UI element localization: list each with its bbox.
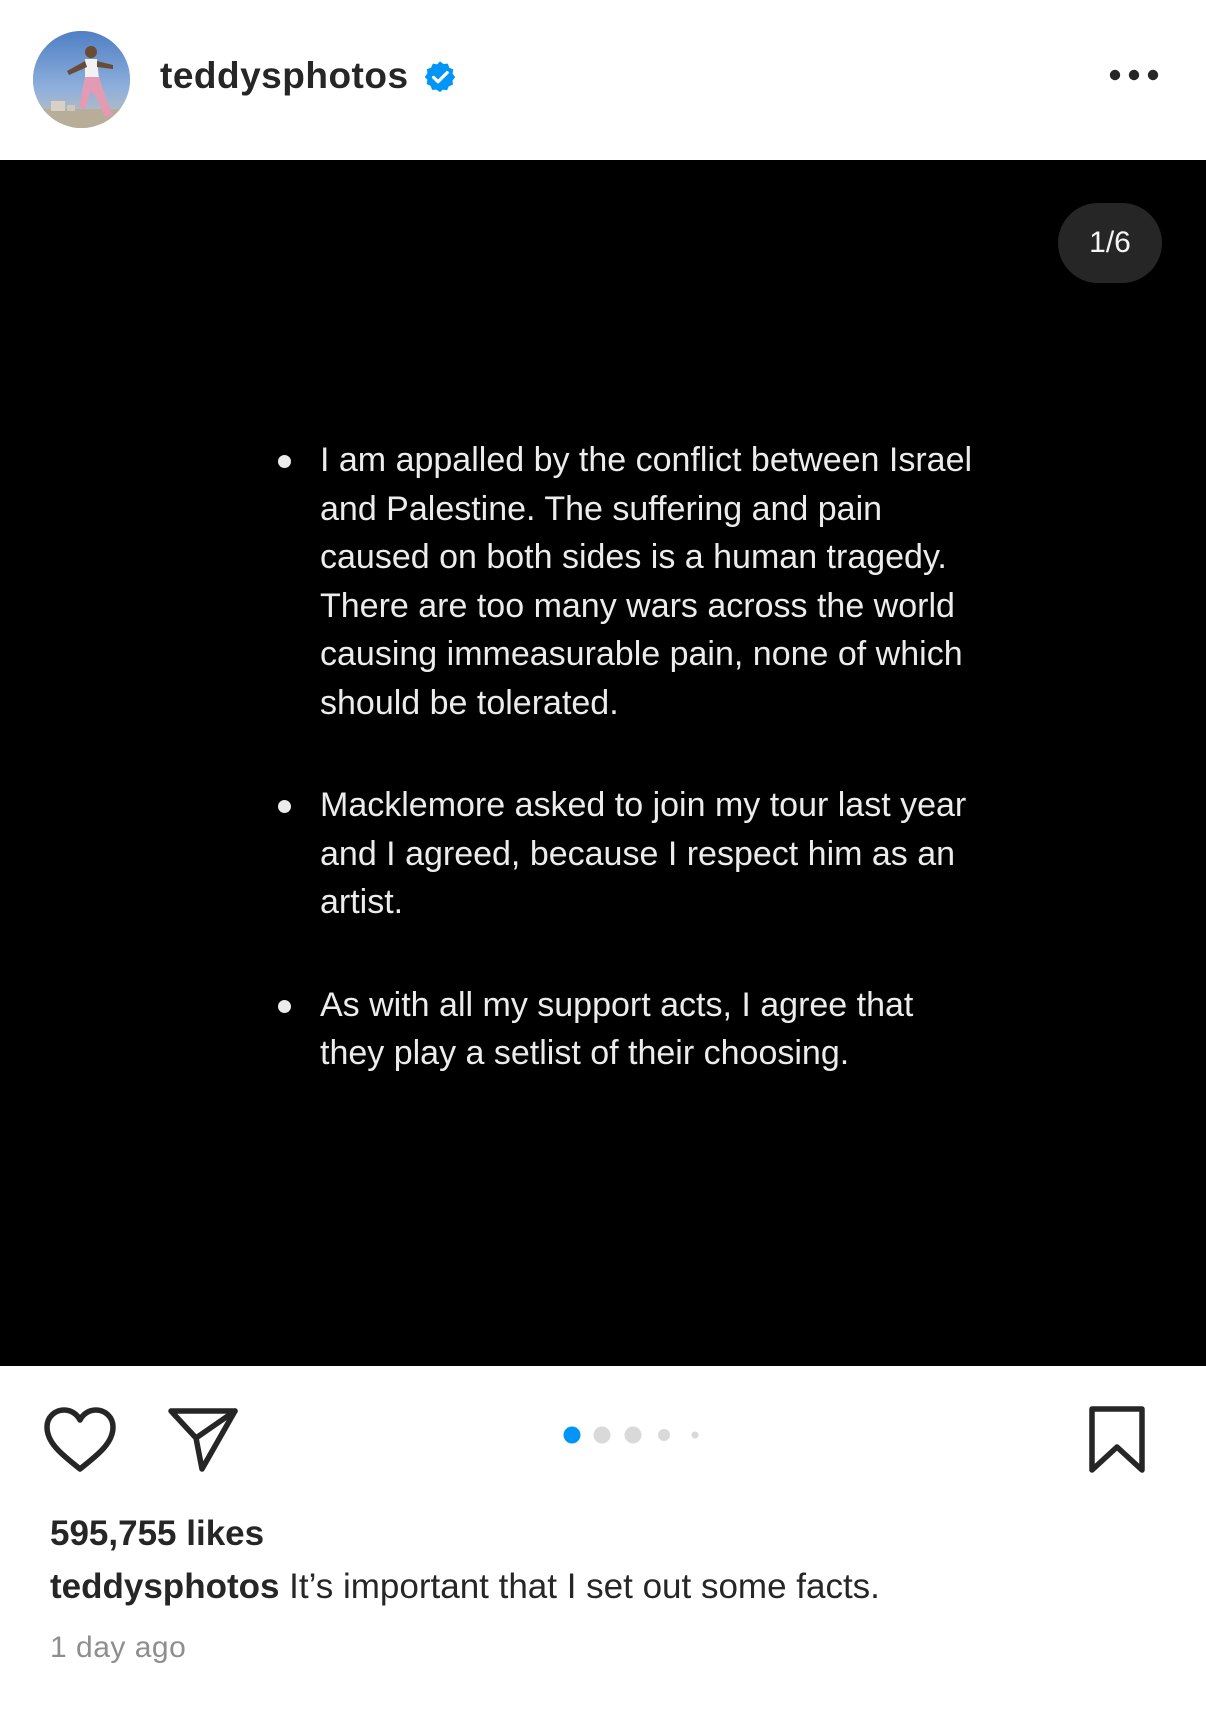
caption-username[interactable]: teddysphotos <box>50 1567 279 1606</box>
bullet-dot-icon <box>278 999 291 1013</box>
carousel-dot-active <box>563 1426 581 1444</box>
avatar-photo <box>33 31 130 128</box>
bookmark-icon[interactable] <box>1086 1404 1148 1476</box>
ellipsis-icon[interactable] <box>1104 60 1164 90</box>
post-timestamp: 1 day ago <box>50 1631 187 1664</box>
verified-badge-icon <box>424 61 456 93</box>
bullet-dot-icon <box>278 800 291 813</box>
carousel-dot <box>593 1426 611 1444</box>
post-header: teddysphotos <box>0 0 1206 160</box>
bullet-dot-icon <box>278 455 291 468</box>
statement-bullet: Macklemore asked to join my tour last ye… <box>275 781 975 927</box>
avatar[interactable] <box>33 31 130 128</box>
caption-text: It’s important that I set out some facts… <box>279 1567 880 1606</box>
carousel-dot <box>691 1431 699 1439</box>
heart-icon[interactable] <box>42 1406 118 1474</box>
username[interactable]: teddysphotos <box>160 54 409 98</box>
statement-text: Macklemore asked to join my tour last ye… <box>320 786 967 921</box>
caption: teddysphotos It’s important that I set o… <box>50 1565 1170 1609</box>
statement-bullet: I am appalled by the conflict between Is… <box>275 436 975 727</box>
paper-plane-icon[interactable] <box>166 1405 240 1475</box>
statement-text: As with all my support acts, I agree tha… <box>320 985 914 1073</box>
statement-list: I am appalled by the conflict between Is… <box>275 436 975 1078</box>
carousel-dot <box>624 1426 642 1444</box>
likes-count[interactable]: 595,755 likes <box>50 1512 264 1556</box>
carousel-indicator <box>563 1426 699 1444</box>
carousel-counter: 1/6 <box>1058 203 1162 283</box>
statement-bullet: As with all my support acts, I agree tha… <box>275 981 975 1078</box>
statement-text: I am appalled by the conflict between Is… <box>320 441 973 722</box>
carousel-dot <box>658 1429 670 1441</box>
